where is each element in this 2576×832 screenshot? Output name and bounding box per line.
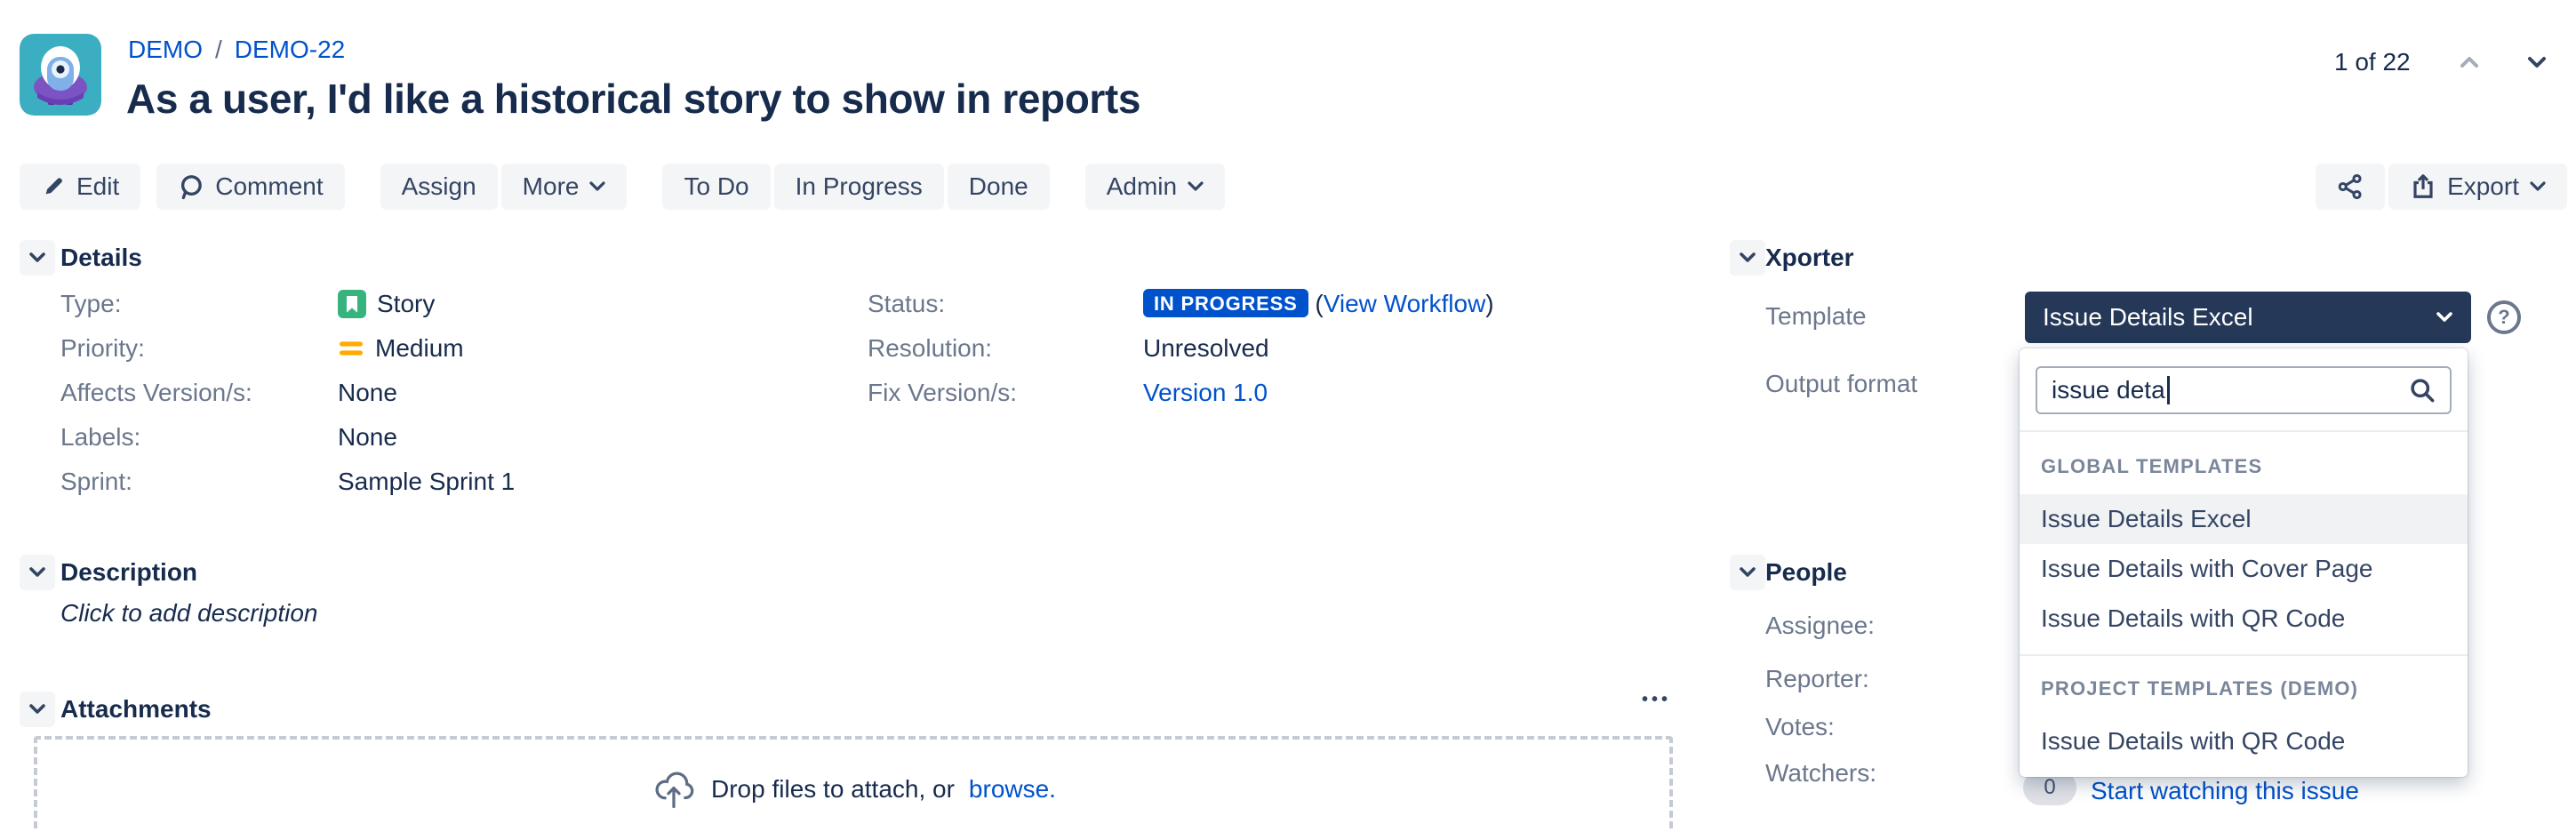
breadcrumb-issue-link[interactable]: DEMO-22 <box>235 36 345 64</box>
breadcrumb-project-link[interactable]: DEMO <box>128 36 203 64</box>
xporter-collapse-button[interactable] <box>1730 240 1765 276</box>
admin-button[interactable]: Admin <box>1085 164 1225 210</box>
details-heading: Details <box>60 244 142 272</box>
votes-label: Votes: <box>1765 708 1835 747</box>
chevron-down-icon <box>589 181 605 192</box>
dropdown-search-section: issue deta <box>2020 348 2468 432</box>
dropdown-item-issue-details-qr-code[interactable]: Issue Details with QR Code <box>2020 594 2468 644</box>
project-templates-group: PROJECT TEMPLATES (DEMO) Issue Details w… <box>2020 654 2468 766</box>
previous-issue-button[interactable] <box>2450 44 2489 80</box>
export-upload-icon <box>2410 173 2436 200</box>
type-label: Type: <box>60 284 121 324</box>
template-search-input[interactable]: issue deta <box>2036 366 2452 414</box>
people-collapse-button[interactable] <box>1730 555 1765 590</box>
assignee-label: Assignee: <box>1765 606 1875 645</box>
status-label: Status: <box>868 284 945 324</box>
share-icon <box>2337 173 2364 200</box>
priority-medium-icon <box>338 336 364 361</box>
issue-toolbar: Edit Comment Assign More To Do In Progre… <box>20 164 1225 210</box>
dropdown-item-issue-details-excel[interactable]: Issue Details Excel <box>2020 494 2468 544</box>
template-dropdown-panel: issue deta GLOBAL TEMPLATES Issue Detail… <box>2020 348 2468 777</box>
export-button[interactable]: Export <box>2388 164 2567 210</box>
help-icon[interactable]: ? <box>2487 300 2521 334</box>
project-templates-header: PROJECT TEMPLATES (DEMO) <box>2020 677 2468 700</box>
transition-done-button[interactable]: Done <box>948 164 1050 210</box>
priority-value: Medium <box>338 329 464 368</box>
status-value: IN PROGRESS (View Workflow) <box>1143 284 1494 324</box>
xporter-heading: Xporter <box>1765 244 1854 272</box>
breadcrumb: DEMO / DEMO-22 <box>128 36 345 64</box>
labels-value: None <box>338 418 397 457</box>
resolution-label: Resolution: <box>868 329 992 368</box>
status-badge: IN PROGRESS <box>1143 289 1308 317</box>
type-value: Story <box>338 284 435 324</box>
issue-pager: 1 of 22 <box>2334 44 2556 80</box>
view-workflow-link[interactable]: View Workflow <box>1324 290 1486 317</box>
description-heading: Description <box>60 558 197 587</box>
template-label: Template <box>1765 302 1867 331</box>
share-button[interactable] <box>2316 164 2385 210</box>
next-issue-button[interactable] <box>2517 44 2556 80</box>
chevron-down-icon <box>28 252 46 264</box>
jira-issue-view: DEMO / DEMO-22 As a user, I'd like a his… <box>0 0 2576 832</box>
dropdown-item-issue-details-cover-page[interactable]: Issue Details with Cover Page <box>2020 544 2468 594</box>
attachments-more-button[interactable]: ••• <box>1600 690 1671 710</box>
description-placeholder[interactable]: Click to add description <box>60 599 317 628</box>
affects-version-value: None <box>338 373 397 412</box>
fix-version-value: Version 1.0 <box>1143 373 1268 412</box>
transition-in-progress-button[interactable]: In Progress <box>774 164 944 210</box>
pager-count: 1 of 22 <box>2334 48 2411 76</box>
browse-link[interactable]: browse. <box>969 775 1056 804</box>
sprint-value[interactable]: Sample Sprint 1 <box>338 462 515 501</box>
project-avatar <box>20 34 101 116</box>
global-templates-group: GLOBAL TEMPLATES Issue Details Excel Iss… <box>2020 432 2468 654</box>
chevron-down-icon <box>28 703 46 716</box>
search-icon <box>2409 377 2436 404</box>
comment-button[interactable]: Comment <box>156 164 344 210</box>
more-button[interactable]: More <box>501 164 628 210</box>
reporter-label: Reporter: <box>1765 660 1869 699</box>
attachment-dropzone[interactable]: Drop files to attach, or browse. <box>34 736 1673 832</box>
dropzone-text: Drop files to attach, or <box>711 775 955 804</box>
chevron-down-icon <box>2530 181 2546 192</box>
toolbar-right: Export <box>2316 164 2567 210</box>
global-templates-header: GLOBAL TEMPLATES <box>2020 455 2468 478</box>
pencil-icon <box>41 174 66 199</box>
issue-title: As a user, I'd like a historical story t… <box>126 75 1140 123</box>
affects-version-label: Affects Version/s: <box>60 373 252 412</box>
template-select[interactable]: Issue Details Excel <box>2025 292 2471 343</box>
labels-label: Labels: <box>60 418 140 457</box>
text-cursor <box>2167 376 2170 404</box>
chevron-down-icon <box>1739 252 1756 264</box>
output-format-label: Output format <box>1765 370 1917 398</box>
start-watching-link[interactable]: Start watching this issue <box>2091 777 2359 805</box>
chevron-down-icon <box>1739 566 1756 579</box>
details-collapse-button[interactable] <box>20 240 55 276</box>
chevron-down-icon <box>1188 181 1204 192</box>
priority-label: Priority: <box>60 329 145 368</box>
upload-cloud-icon <box>651 766 697 812</box>
chevron-down-icon <box>2526 55 2548 69</box>
story-icon <box>338 290 366 318</box>
watchers-label: Watchers: <box>1765 754 1876 793</box>
comment-bubble-icon <box>178 173 204 200</box>
people-heading: People <box>1765 558 1847 587</box>
chevron-down-icon <box>28 566 46 579</box>
breadcrumb-separator: / <box>215 36 222 64</box>
attachments-heading: Attachments <box>60 695 212 724</box>
resolution-value: Unresolved <box>1143 329 1269 368</box>
description-collapse-button[interactable] <box>20 555 55 590</box>
chevron-down-icon <box>2436 311 2453 324</box>
ufo-avatar-icon <box>20 34 101 116</box>
transition-todo-button[interactable]: To Do <box>662 164 770 210</box>
fix-version-label: Fix Version/s: <box>868 373 1017 412</box>
fix-version-link[interactable]: Version 1.0 <box>1143 379 1268 406</box>
attachments-collapse-button[interactable] <box>20 692 55 727</box>
dropdown-item-project-qr-code[interactable]: Issue Details with QR Code <box>2020 716 2468 766</box>
edit-button[interactable]: Edit <box>20 164 140 210</box>
assign-button[interactable]: Assign <box>380 164 498 210</box>
sprint-label: Sprint: <box>60 462 132 501</box>
chevron-up-icon <box>2459 55 2480 69</box>
